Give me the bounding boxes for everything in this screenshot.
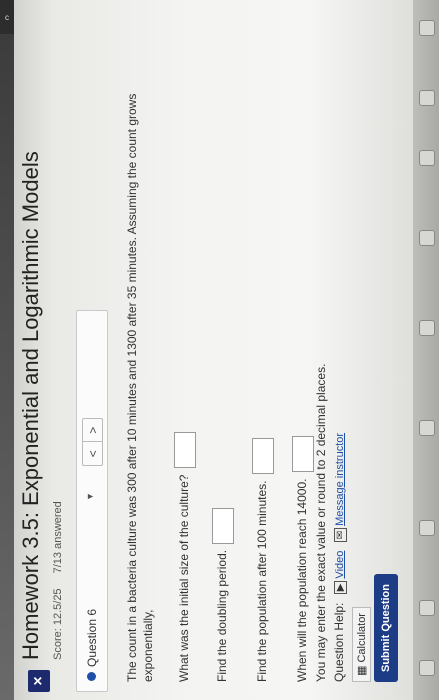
message-label: Message instructor bbox=[334, 432, 346, 526]
taskbar bbox=[413, 0, 439, 700]
answered-count: 7/13 answered bbox=[52, 501, 64, 574]
submit-question-button[interactable]: Submit Question bbox=[374, 574, 398, 682]
question-help: Question Help: ▶Video ✉Message instructo… bbox=[332, 433, 347, 682]
browser-tab[interactable]: c bbox=[0, 0, 14, 34]
calculator-button[interactable]: ▦ Calculator bbox=[352, 607, 371, 682]
taskbar-app-icon[interactable] bbox=[419, 150, 435, 166]
initial-size-input[interactable] bbox=[174, 432, 196, 469]
question-prompt: The count in a bacteria culture was 300 … bbox=[125, 93, 155, 682]
previous-question-button[interactable]: < bbox=[83, 441, 102, 465]
video-link[interactable]: ▶Video bbox=[334, 551, 347, 595]
part-initial-size: What was the initial size of the culture… bbox=[174, 432, 196, 682]
part-population-100: Find the population after 100 minutes. bbox=[252, 438, 274, 682]
taskbar-app-icon[interactable] bbox=[419, 230, 435, 246]
question-label: Question 6 bbox=[85, 608, 99, 667]
score-line: Score: 12.5/25 7/13 answered bbox=[52, 489, 64, 660]
part-label: Find the doubling period. bbox=[215, 549, 230, 682]
page-title: Homework 3.5: Exponential and Logarithmi… bbox=[18, 151, 43, 660]
part-label: When will the population reach 14000. bbox=[295, 478, 310, 682]
part-label: What was the initial size of the culture… bbox=[177, 474, 192, 682]
part-doubling-period: Find the doubling period. bbox=[212, 507, 234, 682]
next-question-button[interactable]: > bbox=[83, 419, 102, 442]
help-label: Question Help: bbox=[332, 602, 346, 682]
browser-side-chrome: c bbox=[0, 0, 14, 700]
video-label: Video bbox=[334, 550, 346, 579]
taskbar-app-icon[interactable] bbox=[419, 520, 435, 536]
taskbar-app-icon[interactable] bbox=[419, 320, 435, 336]
message-instructor-link[interactable]: ✉Message instructor bbox=[334, 432, 347, 543]
question-selector[interactable]: Question 6 ▼ < > bbox=[76, 310, 108, 692]
taskbar-app-icon[interactable] bbox=[419, 20, 435, 36]
taskbar-app-icon[interactable] bbox=[419, 660, 435, 676]
video-icon: ▶ bbox=[334, 580, 347, 595]
content-stage: × Homework 3.5: Exponential and Logarith… bbox=[14, 0, 415, 700]
doubling-period-input[interactable] bbox=[212, 507, 234, 544]
part-label: Find the population after 100 minutes. bbox=[255, 480, 270, 682]
taskbar-app-icon[interactable] bbox=[419, 600, 435, 616]
question-nav-buttons: < > bbox=[82, 418, 103, 466]
chevron-down-icon[interactable]: ▼ bbox=[85, 492, 95, 501]
taskbar-app-icon[interactable] bbox=[419, 90, 435, 106]
calculator-label: Calculator bbox=[356, 613, 368, 663]
mail-icon: ✉ bbox=[334, 527, 347, 543]
taskbar-app-icon[interactable] bbox=[419, 420, 435, 436]
calculator-icon: ▦ bbox=[356, 662, 368, 676]
rounding-note: You may enter the exact value or round t… bbox=[314, 363, 328, 682]
population-100-input[interactable] bbox=[252, 438, 274, 475]
question-status-dot bbox=[87, 672, 96, 681]
close-button[interactable]: × bbox=[28, 670, 50, 692]
homework-page: × Homework 3.5: Exponential and Logarith… bbox=[14, 10, 409, 700]
reach-14000-input[interactable] bbox=[292, 436, 314, 473]
part-reach-14000: When will the population reach 14000. bbox=[292, 436, 314, 682]
score-text: Score: 12.5/25 bbox=[52, 588, 64, 660]
